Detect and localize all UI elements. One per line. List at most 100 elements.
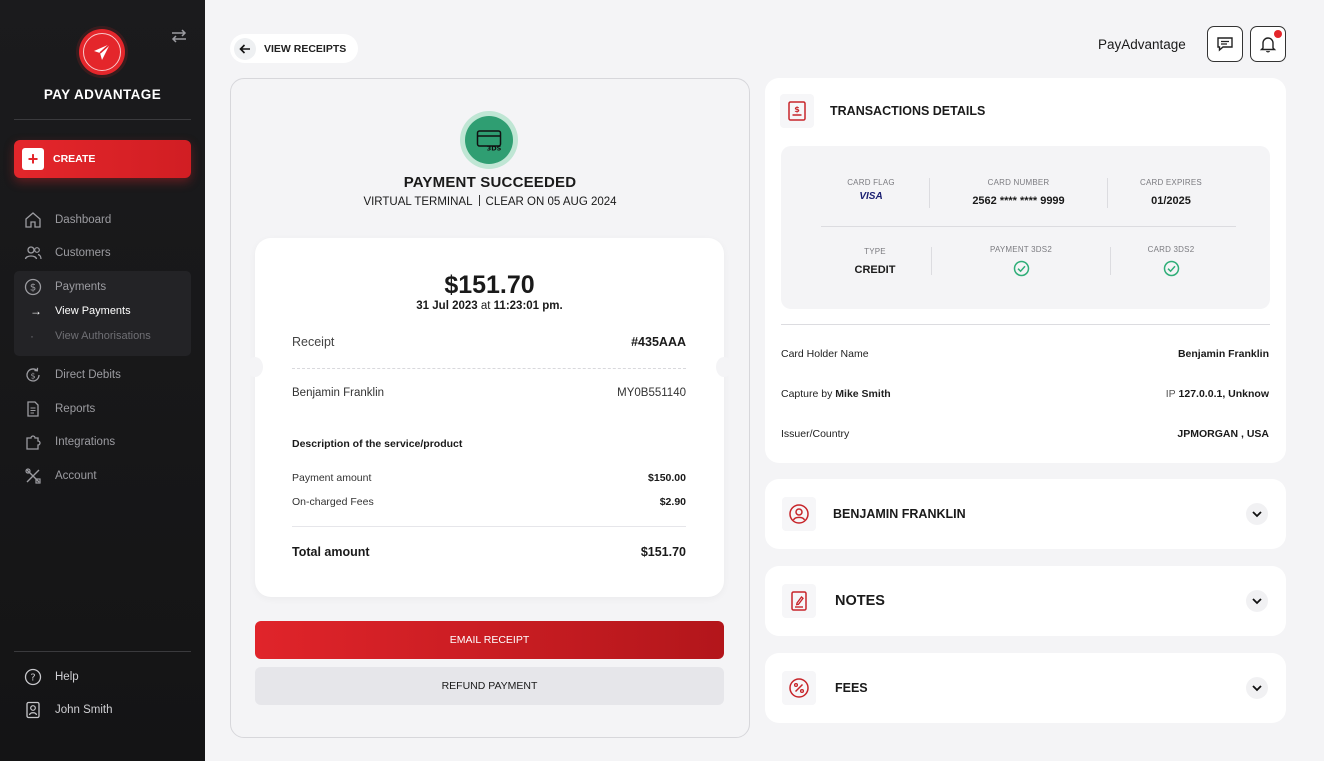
svg-text:$: $ [30,371,35,380]
customer-name: Benjamin Franklin [292,387,385,399]
sidebar-item-direct-debits[interactable]: $ Direct Debits [24,364,121,386]
create-label: CREATE [53,153,96,165]
subitem-label: View Authorisations [55,330,151,342]
payment-datetime: 31 Jul 2023 at 11:23:01 pm. [255,300,724,312]
bell-icon [1259,37,1277,53]
sidebar-item-user[interactable]: John Smith [24,699,113,721]
total-label: Total amount [292,545,370,559]
divider [1110,247,1111,275]
clear-date: CLEAR ON 05 AUG 2024 [485,196,617,208]
chevron-down-icon[interactable] [1246,677,1268,699]
sidebar-item-label: Reports [55,403,96,415]
divider [1107,178,1108,208]
sidebar-item-account[interactable]: Account [24,465,97,487]
sidebar-item-label: Dashboard [55,214,112,226]
users-icon [24,246,42,260]
sidebar-subitem-view-payments[interactable]: → View Payments [30,304,131,318]
ticket-notch-left [247,357,263,377]
fees-value: $2.90 [659,496,686,508]
capture-name: Mike Smith [835,388,891,400]
sidebar-item-customers[interactable]: Customers [24,242,111,264]
section-title: NOTES [835,593,885,609]
sidebar-item-label: Payments [55,281,107,293]
divider [931,247,932,275]
brand-logo[interactable] [79,29,125,75]
email-receipt-button[interactable]: EMAIL RECEIPT [255,621,724,659]
card-flag-label: CARD FLAG [847,178,895,187]
terminal-label: VIRTUAL TERMINAL [363,196,473,208]
create-button[interactable]: + CREATE [14,140,191,178]
transaction-details-title: TRANSACTIONS DETAILS [830,104,986,118]
bullet-icon: · [30,329,34,343]
chevron-down-icon[interactable] [1246,590,1268,612]
fees-label: On-charged Fees [292,496,374,508]
description-label: Description of the service/product [292,438,463,450]
issuer-value: JPMORGAN , USA [1177,428,1269,440]
swap-arrows-icon[interactable] [169,27,189,45]
receipt-doc-icon: $ [780,94,814,128]
help-icon: ? [24,668,42,686]
ip-prefix: IP [1165,388,1176,400]
percent-icon [782,671,816,705]
payment-3ds2-label: PAYMENT 3DS2 [990,245,1052,254]
chevron-down-icon[interactable] [1246,503,1268,525]
sidebar-subitem-view-authorisations[interactable]: · View Authorisations [30,329,151,343]
card-type: CREDIT [854,264,896,276]
notifications-button[interactable] [1250,26,1286,62]
sidebar-item-label: Help [55,671,79,683]
ticket-notch-right [716,357,732,377]
ip-value: 127.0.0.1, Unknow [1178,388,1269,400]
sidebar-item-payments[interactable]: $ Payments [24,276,106,298]
plus-icon: + [22,148,44,170]
svg-text:?: ? [30,673,35,684]
visa-logo: VISA [859,191,883,202]
divider [781,324,1270,325]
receipt-ticket: $151.70 31 Jul 2023 at 11:23:01 pm. Rece… [247,238,732,597]
sidebar: PAY ADVANTAGE + CREATE Dashboard Custome… [0,0,205,761]
notification-dot [1274,30,1282,38]
holder-value: Benjamin Franklin [1177,348,1269,360]
dashed-divider [292,368,686,369]
card-number-label: CARD NUMBER [987,178,1050,187]
check-circle-icon [1163,260,1180,277]
sidebar-item-label: John Smith [55,704,113,716]
fees-section[interactable]: FEES [765,653,1286,723]
subitem-label: View Payments [55,305,131,317]
brand-name: PAY ADVANTAGE [43,87,162,102]
at-word: at [480,300,491,312]
sidebar-item-dashboard[interactable]: Dashboard [24,209,111,231]
back-button[interactable]: VIEW RECEIPTS [230,34,358,63]
card-number: 2562 **** **** 9999 [972,195,1065,207]
holder-label: Card Holder Name [781,348,869,360]
top-brand-text: PayAdvantage [1098,37,1186,52]
chat-icon [1217,37,1233,52]
card-3ds-icon: 3DS [465,116,513,164]
divider [14,651,191,652]
payment-status-title: PAYMENT SUCCEEDED [403,174,577,191]
svg-text:$: $ [30,283,36,294]
notes-section[interactable]: NOTES [765,566,1286,636]
card-expires-label: CARD EXPIRES [1140,178,1202,187]
sidebar-item-reports[interactable]: Reports [24,398,95,420]
separator [478,195,480,206]
card-3ds2-label: CARD 3DS2 [1147,245,1195,254]
payment-amount-label: Payment amount [292,472,372,484]
sidebar-item-integrations[interactable]: Integrations [24,431,115,453]
receipt-label: Receipt [292,335,335,349]
transaction-details-card: $ TRANSACTIONS DETAILS CARD FLAG VISA CA… [765,78,1286,463]
capture-prefix: Capture by [781,388,833,400]
divider [14,119,191,120]
messages-button[interactable] [1207,26,1243,62]
tools-icon [25,468,41,484]
payment-amount-total: $151.70 [444,271,535,299]
sidebar-item-label: Direct Debits [55,369,121,381]
svg-text:3DS: 3DS [487,145,502,152]
customer-section[interactable]: BENJAMIN FRANKLIN [765,479,1286,549]
card-expires: 01/2025 [1151,195,1191,207]
arrow-right-icon: → [30,304,42,318]
capture-by: Capture by Mike Smith [781,388,891,400]
sidebar-item-label: Account [55,470,97,482]
refund-payment-button[interactable]: REFUND PAYMENT [255,667,724,705]
sidebar-item-help[interactable]: ? Help [24,666,79,688]
divider [929,178,930,208]
